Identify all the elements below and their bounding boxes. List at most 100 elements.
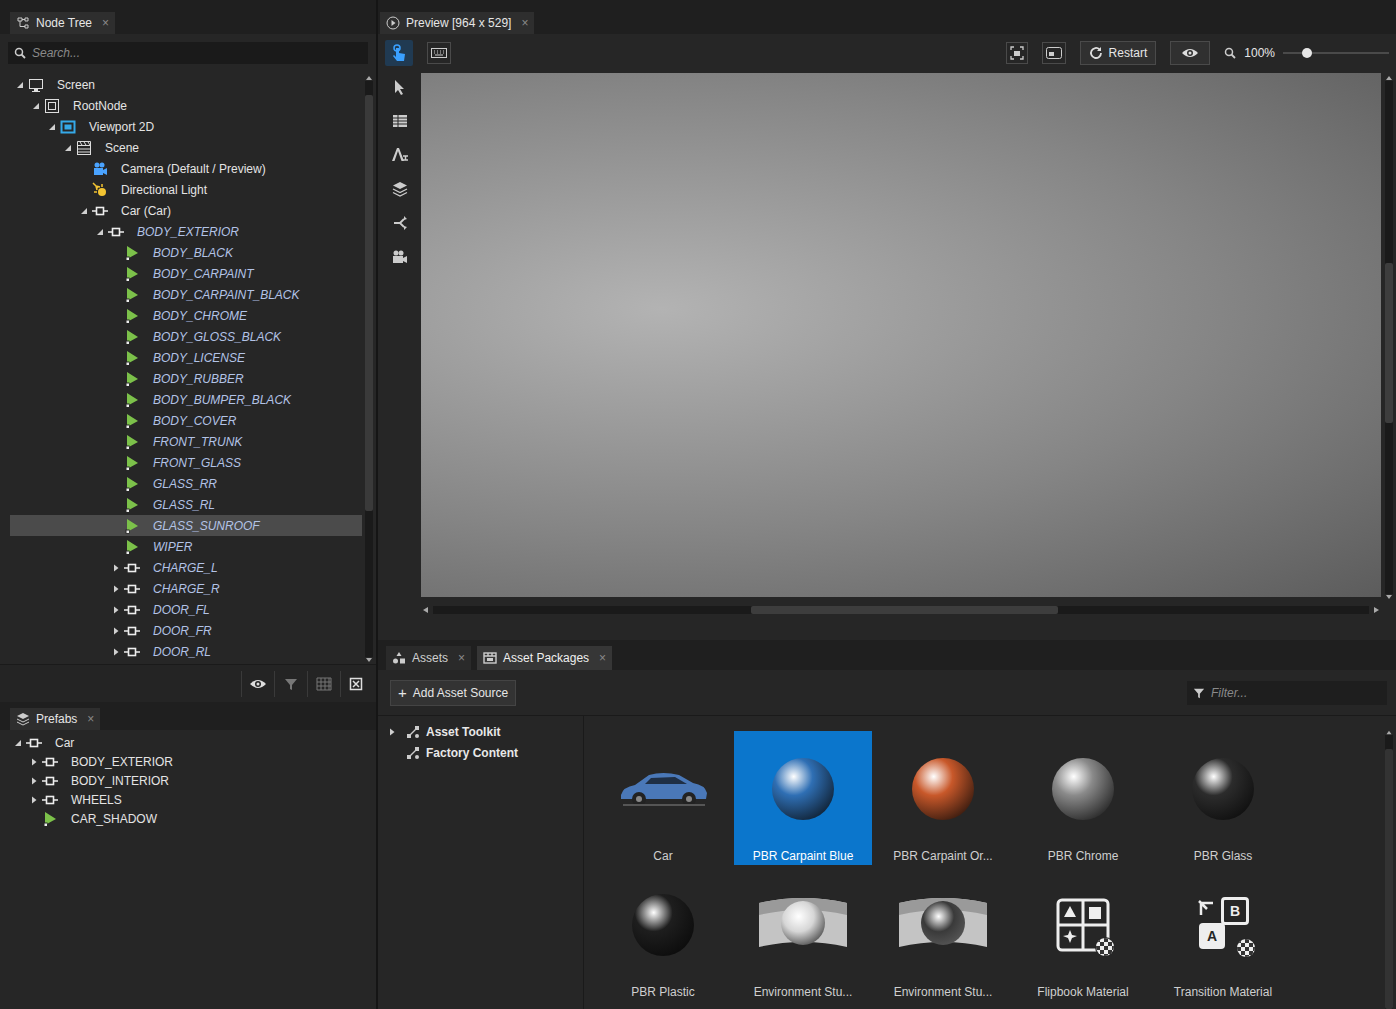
tree-row[interactable]: CHARGE_L — [10, 557, 362, 578]
prefabs-tab[interactable]: Prefabs × — [10, 708, 100, 730]
tree-row[interactable]: RootNode — [10, 95, 362, 116]
tree-row[interactable]: GLASS_RL — [10, 494, 362, 515]
collapsed-arrow-icon[interactable] — [110, 604, 122, 616]
collapsed-arrow-icon[interactable] — [110, 562, 122, 574]
expanded-arrow-icon[interactable] — [46, 121, 58, 133]
overlay-button[interactable] — [1042, 42, 1066, 64]
table-icon[interactable] — [392, 113, 408, 129]
tree-row[interactable]: DOOR_FR — [10, 620, 362, 641]
assets-tab[interactable]: Assets× — [386, 646, 471, 670]
interact-button[interactable] — [385, 40, 413, 66]
tree-row[interactable]: BODY_CARPAINT_BLACK — [10, 284, 362, 305]
tree-row[interactable]: BODY_CARPAINT — [10, 263, 362, 284]
add-asset-source-button[interactable]: + Add Asset Source — [390, 680, 516, 706]
close-button[interactable]: × — [599, 649, 606, 667]
filter-button[interactable] — [274, 671, 307, 697]
scroll-thumb[interactable] — [1385, 263, 1393, 423]
scroll-left-icon[interactable] — [421, 606, 431, 614]
tree-row[interactable]: BODY_LICENSE — [10, 347, 362, 368]
collapsed-arrow-icon[interactable] — [110, 646, 122, 658]
close-button[interactable]: × — [458, 649, 465, 667]
tree-row[interactable]: CAR_SHADOW — [0, 809, 376, 828]
search-field[interactable] — [8, 42, 368, 64]
tree-row[interactable]: WHEELS — [0, 790, 376, 809]
expanded-arrow-icon[interactable] — [30, 100, 42, 112]
zoom-slider[interactable] — [1283, 52, 1389, 54]
tree-row[interactable]: GLASS_RR — [10, 473, 362, 494]
collapse-button[interactable] — [340, 671, 370, 697]
select-arrow-icon[interactable] — [392, 79, 408, 95]
view-options-button[interactable] — [1170, 41, 1210, 65]
tree-row[interactable]: BODY_RUBBER — [10, 368, 362, 389]
preview-render[interactable] — [421, 73, 1381, 597]
tree-row[interactable]: BODY_COVER — [10, 410, 362, 431]
tree-row[interactable]: BODY_GLOSS_BLACK — [10, 326, 362, 347]
asset-tile[interactable]: PBR Carpaint Blue — [734, 731, 872, 865]
collapsed-arrow-icon[interactable] — [110, 625, 122, 637]
tree-row[interactable]: Camera (Default / Preview) — [10, 158, 362, 179]
asset-tile[interactable]: PBR Carpaint Or... — [874, 731, 1012, 865]
expanded-arrow-icon[interactable] — [78, 205, 90, 217]
collapsed-arrow-icon[interactable] — [28, 794, 40, 806]
asset-tile[interactable]: Environment Stu... — [874, 867, 1012, 1001]
asset-tile[interactable]: Environment Stu... — [734, 867, 872, 1001]
assets-tab[interactable]: Asset Packages× — [477, 646, 612, 670]
expanded-arrow-icon[interactable] — [12, 737, 24, 749]
asset-source-row[interactable]: Asset Toolkit — [378, 721, 583, 742]
tree-row[interactable]: Car — [0, 733, 376, 752]
tree-row[interactable]: DOOR_RL — [10, 641, 362, 662]
restart-button[interactable]: Restart — [1080, 41, 1157, 65]
zoom-knob[interactable] — [1302, 48, 1312, 58]
tree-row[interactable]: FRONT_GLASS — [10, 452, 362, 473]
node-tree-tab[interactable]: Node Tree × — [10, 12, 115, 34]
asset-tile[interactable]: BATransition Material — [1154, 867, 1292, 1001]
grid-button[interactable] — [307, 671, 340, 697]
vertical-scrollbar[interactable] — [1381, 72, 1396, 640]
expanded-arrow-icon[interactable] — [94, 226, 106, 238]
vertical-scrollbar[interactable] — [1382, 716, 1396, 1009]
scroll-right-icon[interactable] — [1371, 606, 1381, 614]
scroll-thumb[interactable] — [365, 95, 373, 511]
layers-icon[interactable] — [392, 181, 408, 197]
state-flow-icon[interactable] — [392, 215, 408, 231]
tree-row[interactable]: BODY_INTERIOR — [0, 771, 376, 790]
asset-tile[interactable]: PBR Glass — [1154, 731, 1292, 865]
visibility-button[interactable] — [241, 671, 274, 697]
tree-row[interactable]: CHARGE_R — [10, 578, 362, 599]
camera-icon[interactable] — [392, 249, 408, 265]
asset-tile[interactable]: Flipbook Material — [1014, 867, 1152, 1001]
close-button[interactable]: × — [521, 14, 528, 32]
tree-row[interactable]: Screen — [10, 74, 362, 95]
close-button[interactable]: × — [87, 710, 94, 728]
asset-source-row[interactable]: Factory Content — [378, 742, 583, 763]
expanded-arrow-icon[interactable] — [14, 79, 26, 91]
tree-row[interactable]: BODY_CHROME — [10, 305, 362, 326]
tree-row[interactable]: BODY_BLACK — [10, 242, 362, 263]
scroll-down-icon[interactable] — [365, 657, 373, 663]
tree-row[interactable]: BODY_EXTERIOR — [10, 221, 362, 242]
tree-row[interactable]: Directional Light — [10, 179, 362, 200]
filter-field[interactable] — [1187, 681, 1387, 705]
close-button[interactable]: × — [102, 14, 109, 32]
text-style-icon[interactable] — [391, 147, 409, 163]
asset-tile[interactable]: PBR Chrome — [1014, 731, 1152, 865]
scroll-thumb[interactable] — [751, 606, 1058, 614]
scroll-down-icon[interactable] — [1385, 594, 1393, 600]
horizontal-scrollbar[interactable] — [421, 602, 1381, 618]
collapsed-arrow-icon[interactable] — [386, 726, 398, 738]
tree-row[interactable]: BODY_EXTERIOR — [0, 752, 376, 771]
collapsed-arrow-icon[interactable] — [28, 756, 40, 768]
scroll-thumb[interactable] — [1385, 749, 1393, 1009]
vertical-scrollbar[interactable] — [362, 74, 376, 664]
expanded-arrow-icon[interactable] — [62, 142, 74, 154]
screenshot-button[interactable] — [1006, 42, 1028, 64]
search-input[interactable] — [32, 44, 362, 62]
tree-row[interactable]: Car (Car) — [10, 200, 362, 221]
asset-tile[interactable]: Car — [594, 731, 732, 865]
tree-row[interactable]: BODY_BUMPER_BLACK — [10, 389, 362, 410]
tree-row[interactable]: Scene — [10, 137, 362, 158]
keyboard-button[interactable] — [427, 42, 451, 64]
tree-row[interactable]: Viewport 2D — [10, 116, 362, 137]
filter-input[interactable] — [1211, 684, 1381, 702]
tree-row[interactable]: FRONT_TRUNK — [10, 431, 362, 452]
